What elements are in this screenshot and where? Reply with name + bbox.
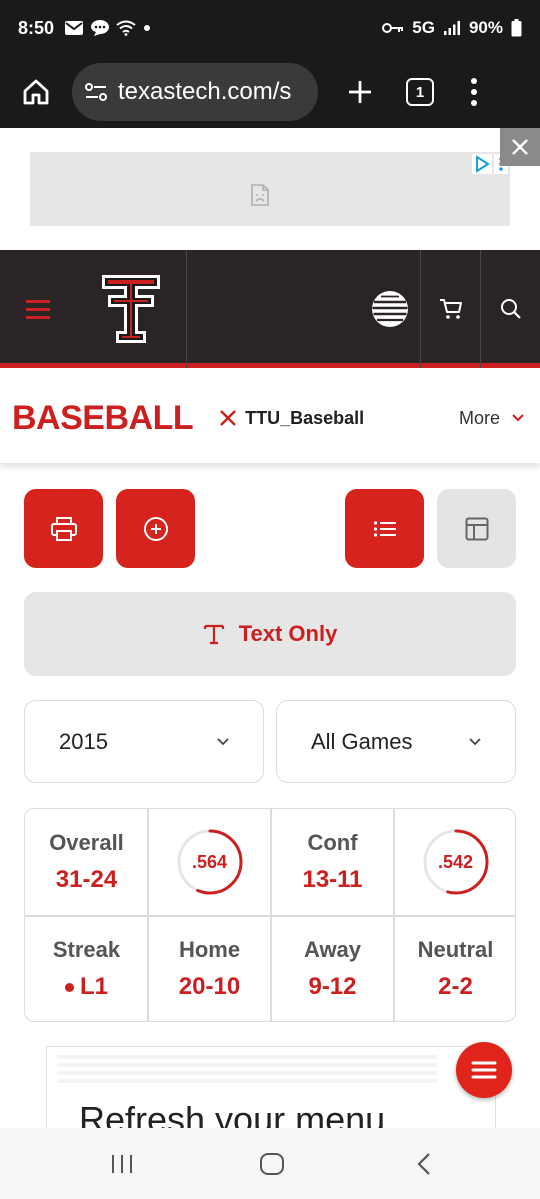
wifi-icon <box>116 20 136 36</box>
sport-title[interactable]: BASEBALL <box>12 399 194 438</box>
recent-apps-icon[interactable] <box>102 1146 142 1182</box>
mail-icon <box>64 20 84 36</box>
chevron-down-icon <box>217 737 229 746</box>
home-value: 20-10 <box>178 973 241 1000</box>
battery-icon <box>511 19 522 37</box>
text-only-label: Text Only <box>238 621 338 646</box>
chat-icon <box>90 19 110 37</box>
chevron-down-icon <box>469 737 481 746</box>
system-nav-bar <box>0 1128 540 1199</box>
more-vert-icon[interactable] <box>464 70 484 114</box>
chevron-down-icon <box>512 414 524 422</box>
overall-pct-ring: .564 <box>176 828 244 896</box>
grid-divider <box>25 915 515 917</box>
conf-pct-value: .542 <box>437 851 474 872</box>
sport-subnav: BASEBALL TTU_Baseball More <box>0 373 540 463</box>
print-button[interactable] <box>24 489 103 568</box>
site-settings-icon[interactable] <box>84 82 108 102</box>
home-icon[interactable] <box>14 70 58 114</box>
header-divider <box>186 250 187 368</box>
status-time: 8:50 <box>18 17 55 38</box>
season-value: 2015 <box>59 728 108 754</box>
home-nav-icon[interactable] <box>252 1146 292 1182</box>
ad-headline: Refresh your menu <box>79 1099 386 1130</box>
away-label: Away <box>303 937 362 962</box>
conf-pct-cell: .542 <box>394 809 515 915</box>
browser-toolbar: texastech.com/s 1 <box>0 56 540 128</box>
overall-record: Overall 31-24 <box>25 809 148 915</box>
menu-lines-icon <box>470 1060 498 1080</box>
neutral-value: 2-2 <box>438 973 473 1000</box>
ad-placeholder[interactable] <box>30 152 510 226</box>
plus-circle-icon <box>143 516 169 542</box>
neutral-record: Neutral 2-2 <box>394 916 515 1021</box>
record-summary: Overall 31-24 .564 Conf 13-11 .542 Strea… <box>24 808 516 1022</box>
text-icon <box>203 623 225 645</box>
overall-pct-value: .564 <box>191 851 228 872</box>
att-logo[interactable] <box>360 250 420 368</box>
key-icon <box>382 22 404 34</box>
broken-image-icon <box>250 184 270 211</box>
conf-value: 13-11 <box>302 866 363 893</box>
home-record: Home 20-10 <box>148 916 271 1021</box>
streak-label: Streak <box>52 937 121 962</box>
away-record: Away 9-12 <box>271 916 394 1021</box>
home-label: Home <box>178 937 241 962</box>
list-view-button[interactable] <box>345 489 424 568</box>
conf-pct-ring: .542 <box>422 828 490 896</box>
double-t-logo[interactable] <box>76 250 186 368</box>
search-icon[interactable] <box>481 250 540 368</box>
table-view-icon <box>465 517 489 541</box>
more-menu-button[interactable]: More <box>459 408 524 429</box>
table-view-button[interactable] <box>437 489 516 568</box>
top-ad-banner <box>0 128 540 250</box>
overall-label: Overall <box>49 830 124 855</box>
cart-icon[interactable] <box>421 250 481 368</box>
more-label: More <box>458 407 500 428</box>
ad-background-texture <box>57 1055 437 1085</box>
network-label: 5G <box>412 18 435 37</box>
bottom-ad-banner[interactable]: Refresh your menu <box>46 1046 496 1130</box>
list-view-icon <box>373 520 397 538</box>
conf-record: Conf 13-11 <box>271 809 394 915</box>
twitter-handle: TTU_Baseball <box>245 407 365 428</box>
chat-menu-button[interactable] <box>456 1042 512 1098</box>
away-value: 9-12 <box>308 973 357 1000</box>
twitter-link[interactable]: TTU_Baseball <box>219 408 364 429</box>
neutral-label: Neutral <box>417 937 494 962</box>
battery-percent: 90% <box>468 18 503 37</box>
streak-dot-icon <box>64 982 74 992</box>
site-header <box>0 250 540 368</box>
signal-icon <box>443 20 461 36</box>
address-bar[interactable]: texastech.com/s <box>72 63 318 121</box>
close-icon[interactable] <box>500 128 540 166</box>
games-filter-value: All Games <box>311 728 413 754</box>
x-logo-icon <box>219 409 237 427</box>
hamburger-icon[interactable] <box>0 250 76 368</box>
conf-label: Conf <box>307 830 358 855</box>
text-only-button[interactable]: Text Only <box>24 592 516 676</box>
url-text: texastech.com/s <box>118 78 292 105</box>
back-icon[interactable] <box>404 1146 444 1182</box>
add-button[interactable] <box>116 489 195 568</box>
streak-value: L1 <box>79 973 108 1000</box>
dot-icon <box>142 23 152 33</box>
season-select[interactable]: 2015 <box>24 700 264 783</box>
streak-record: Streak L1 <box>25 916 148 1021</box>
tabs-icon[interactable]: 1 <box>406 78 434 106</box>
plus-icon[interactable] <box>338 70 382 114</box>
status-bar: 8:50 5G 90% <box>0 0 540 56</box>
overall-value: 31-24 <box>55 866 118 893</box>
games-filter-select[interactable]: All Games <box>276 700 516 783</box>
overall-pct-cell: .564 <box>148 809 271 915</box>
print-icon <box>50 516 77 541</box>
